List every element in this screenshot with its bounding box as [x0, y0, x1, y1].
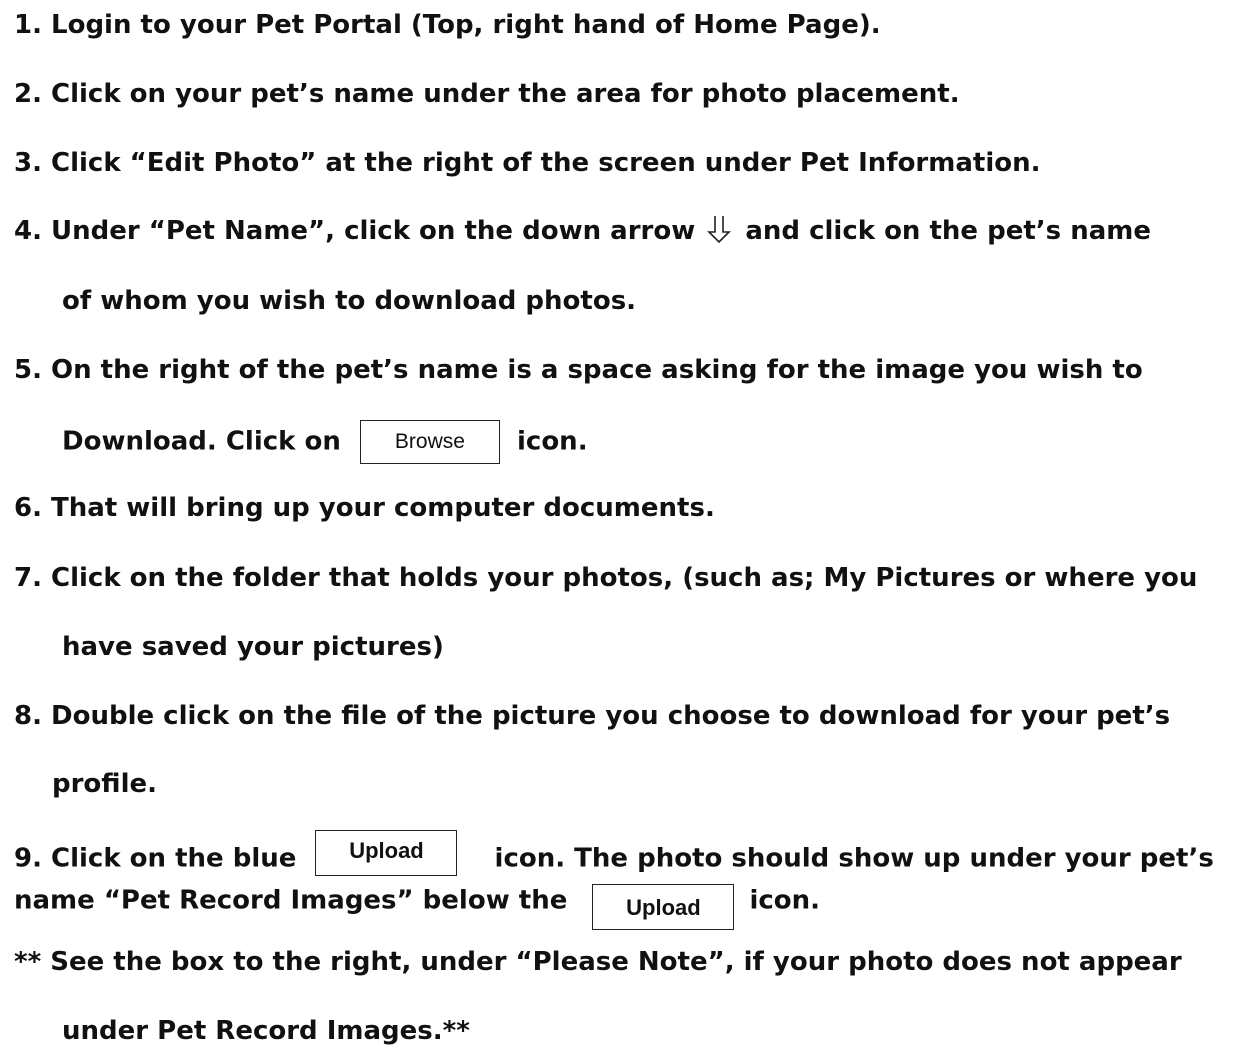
upload-button[interactable]: Upload [315, 830, 458, 876]
step-9-text-b: icon. The photo should show up under you… [494, 843, 1214, 874]
upload-button-reference[interactable]: Upload [592, 884, 735, 930]
browse-button[interactable]: Browse [359, 420, 500, 464]
step-9-text-c: name “Pet Record Images” below the [14, 885, 568, 916]
step-7-line-2: have saved your pictures) [62, 632, 444, 662]
note-line-1: ** See the box to the right, under “Plea… [14, 947, 1182, 977]
step-5-text-b: icon. [517, 426, 588, 457]
step-4-line-1: 4. Under “Pet Name”, click on the down a… [14, 214, 1151, 253]
step-8-line-2: profile. [52, 769, 157, 799]
step-9-line-1: 9. Click on the blue Upload icon. The ph… [14, 830, 1214, 882]
step-5-line-2: Download. Click on Browse icon. [62, 420, 588, 464]
step-3: 3. Click “Edit Photo” at the right of th… [14, 148, 1041, 178]
step-6: 6. That will bring up your computer docu… [14, 493, 715, 523]
step-9-text-d: icon. [749, 885, 821, 916]
down-arrow-icon [706, 214, 732, 253]
step-4-line-2: of whom you wish to download photos. [62, 286, 637, 316]
step-9-line-2: name “Pet Record Images” below the Uploa… [14, 878, 821, 930]
note-line-2: under Pet Record Images.** [62, 1016, 470, 1046]
step-5-text-a: Download. Click on [62, 426, 341, 457]
step-7-line-1: 7. Click on the folder that holds your p… [14, 563, 1198, 593]
step-5-line-1: 5. On the right of the pet’s name is a s… [14, 355, 1143, 385]
step-4-text-a: 4. Under “Pet Name”, click on the down a… [14, 216, 696, 246]
instructions-page: { "steps": { "s1": "1. Login to your Pet… [0, 0, 1255, 1051]
step-8-line-1: 8. Double click on the file of the pictu… [14, 701, 1171, 731]
step-2: 2. Click on your pet’s name under the ar… [14, 79, 960, 109]
step-4-text-b: and click on the pet’s name [745, 216, 1151, 246]
step-9-text-a: 9. Click on the blue [14, 843, 297, 874]
step-1: 1. Login to your Pet Portal (Top, right … [14, 10, 881, 40]
